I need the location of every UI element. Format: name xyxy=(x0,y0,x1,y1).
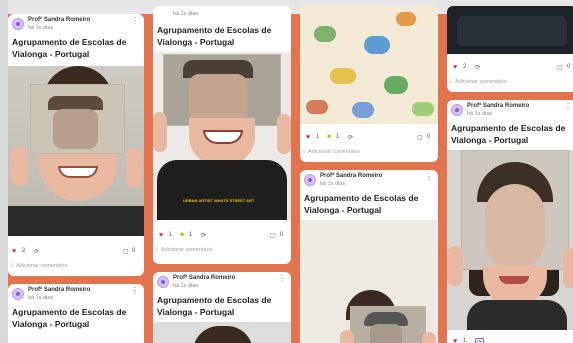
post-image[interactable] xyxy=(447,150,573,330)
heart-icon[interactable]: ♥ xyxy=(159,232,163,239)
post-image[interactable] xyxy=(447,6,573,54)
post-author: Profª Sandra Romeiro xyxy=(28,17,91,23)
laugh-count: 1 xyxy=(336,134,340,140)
comment-icon[interactable]: ▢ xyxy=(417,134,423,141)
comment-input[interactable]: Adicionar comentário xyxy=(8,260,144,272)
avatar-icon xyxy=(304,174,316,186)
kebab-icon[interactable]: ⋮ xyxy=(425,173,433,181)
comment-input[interactable]: Adicionar comentário xyxy=(300,146,438,158)
heart-icon[interactable]: ♥ xyxy=(453,64,457,71)
post-card[interactable]: Profª Sandra Romeiro há 1s dias ⋮ Agrupa… xyxy=(8,14,144,276)
post-title: Agrupamento de Escolas de Vialonga - Por… xyxy=(304,193,419,215)
comment-count: 0 xyxy=(280,232,284,238)
post-image[interactable] xyxy=(300,220,438,343)
post-header: Profª Sandra Romeiro há 1s dias ⋮ xyxy=(447,100,573,122)
post-time: há 1s dias xyxy=(173,283,199,289)
post-author: Profª Sandra Romeiro xyxy=(173,275,236,281)
post-actions: ♥ 2 ⟳ ▢ 0 xyxy=(447,60,573,76)
post-card[interactable]: há 1s dias Agrupamento de Escolas de Via… xyxy=(153,6,291,264)
heart-icon[interactable]: ♥ xyxy=(306,134,310,141)
post-author: Profª Sandra Romeiro xyxy=(467,103,530,109)
post-card[interactable]: Profª Sandra Romeiro há 1s dias ⋮ Agrupa… xyxy=(153,272,291,343)
like-count: 1 xyxy=(316,134,320,140)
comment-icon[interactable]: ▢ xyxy=(123,248,129,255)
comment-input[interactable]: Adicionar comentário xyxy=(447,76,573,88)
post-title: Agrupamento de Escolas de Vialonga - Por… xyxy=(12,307,127,329)
post-header: Profª Sandra Romeiro há 1s dias ⋮ xyxy=(8,284,144,306)
post-time: há 1s dias xyxy=(320,181,346,187)
post-author: Profª Sandra Romeiro xyxy=(320,173,383,179)
post-image[interactable] xyxy=(153,322,291,343)
post-image[interactable] xyxy=(300,6,438,124)
kebab-icon[interactable]: ⋮ xyxy=(131,287,139,295)
post-time: há 1s dias xyxy=(467,111,493,117)
post-actions: ♥ 1 ☻ 1 ⟳ ▢ 0 xyxy=(300,130,438,146)
post-image[interactable]: URBAN ARTIST WHATS STREET ART xyxy=(153,52,291,220)
laugh-icon[interactable]: ☻ xyxy=(179,232,185,238)
avatar-icon xyxy=(12,288,24,300)
post-title: Agrupamento de Escolas de Vialonga - Por… xyxy=(12,37,127,59)
post-header: Profª Sandra Romeiro há 1s dias ⋮ xyxy=(300,170,438,192)
post-time: há 1s dias xyxy=(173,11,199,17)
post-image[interactable] xyxy=(8,66,144,236)
laugh-icon[interactable]: ☻ xyxy=(326,134,332,140)
comment-count: 0 xyxy=(132,248,136,254)
heart-icon[interactable]: ♥ xyxy=(453,338,457,343)
avatar-icon xyxy=(12,18,24,30)
avatar-icon xyxy=(157,276,169,288)
post-time: há 1s dias xyxy=(28,25,54,31)
comment-count: 0 xyxy=(427,134,431,140)
repost-icon[interactable]: ⟳ xyxy=(201,232,206,239)
heart-icon[interactable]: ♥ xyxy=(12,248,16,255)
post-card[interactable]: Profª Sandra Romeiro há 1s dias ⋮ Agrupa… xyxy=(300,170,438,343)
post-card[interactable]: ♥ 2 ⟳ ▢ 0 Adicionar comentário xyxy=(447,6,573,92)
post-card[interactable]: Profª Sandra Romeiro há 1s dias ⋮ Agrupa… xyxy=(8,284,144,343)
comment-input[interactable]: Adicionar comentário xyxy=(153,244,291,256)
repost-icon[interactable]: ⟳ xyxy=(475,338,485,343)
post-actions: ♥ 2 ⟳ ▢ 0 xyxy=(8,244,144,260)
like-count: 2 xyxy=(22,248,26,254)
repost-icon[interactable]: ⟳ xyxy=(475,64,480,71)
repost-icon[interactable]: ⟳ xyxy=(34,248,39,255)
like-count: 1 xyxy=(463,338,467,343)
post-header: Profª Sandra Romeiro há 1s dias ⋮ xyxy=(8,14,144,36)
post-actions: ♥ 1 ☻ 1 ⟳ ▢ 0 xyxy=(153,228,291,244)
post-title: Agrupamento de Escolas de Vialonga - Por… xyxy=(157,295,272,317)
shirt-text: URBAN ARTIST WHATS STREET ART xyxy=(183,198,255,203)
post-card[interactable]: Profª Sandra Romeiro há 1s dias ⋮ Agrupa… xyxy=(447,100,573,343)
laugh-count: 1 xyxy=(189,232,193,238)
post-header: Profª Sandra Romeiro há 1s dias ⋮ xyxy=(153,272,291,294)
comment-icon[interactable]: ▢ xyxy=(557,64,563,71)
repost-icon[interactable]: ⟳ xyxy=(348,134,353,141)
kebab-icon[interactable]: ⋮ xyxy=(564,103,572,111)
like-count: 1 xyxy=(169,232,173,238)
kebab-icon[interactable]: ⋮ xyxy=(278,275,286,283)
post-actions: ♥ 1 ⟳ xyxy=(447,334,573,343)
comment-icon[interactable]: ▢ xyxy=(270,232,276,239)
like-count: 2 xyxy=(463,64,467,70)
post-author: Profª Sandra Romeiro xyxy=(28,287,91,293)
kebab-icon[interactable]: ⋮ xyxy=(131,17,139,25)
post-title: Agrupamento de Escolas de Vialonga - Por… xyxy=(451,123,566,145)
board-left-strip xyxy=(0,0,8,343)
post-time: há 1s dias xyxy=(28,295,54,301)
post-header: há 1s dias xyxy=(153,6,291,24)
post-card[interactable]: ♥ 1 ☻ 1 ⟳ ▢ 0 Adicionar comentário xyxy=(300,6,438,162)
avatar-icon xyxy=(451,104,463,116)
padlet-board: Profª Sandra Romeiro há 1s dias ⋮ Agrupa… xyxy=(0,0,573,343)
comment-count: 0 xyxy=(567,64,571,70)
post-title: Agrupamento de Escolas de Vialonga - Por… xyxy=(157,25,272,47)
